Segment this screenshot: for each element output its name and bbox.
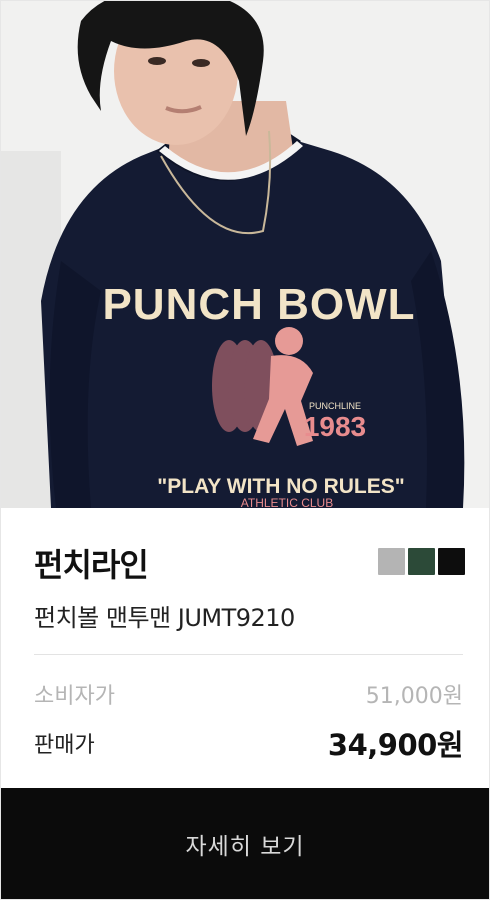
sale-price-label: 판매가 [34, 733, 95, 758]
print-year: 1983 [304, 411, 366, 442]
color-swatch-gray[interactable] [378, 548, 405, 575]
product-info: 펀치라인 펀치볼 맨투맨 JUMT9210 소비자가 51,000원 판매가 3… [1, 508, 489, 790]
color-swatches [378, 548, 465, 575]
product-name: 펀치볼 맨투맨 JUMT9210 [34, 604, 295, 632]
color-swatch-green[interactable] [408, 548, 435, 575]
view-details-label: 자세히 보기 [185, 833, 305, 860]
view-details-button[interactable]: 자세히 보기 [1, 788, 489, 899]
divider [34, 654, 463, 655]
print-slogan: "PLAY WITH NO RULES" [157, 475, 404, 498]
print-club: ATHLETIC CLUB [241, 496, 333, 508]
product-image[interactable]: PUNCH BOWL PUNCHLINE 1983 "PLAY WITH NO … [1, 1, 489, 508]
retail-price-label: 소비자가 [34, 684, 115, 709]
product-card[interactable]: PUNCH BOWL PUNCHLINE 1983 "PLAY WITH NO … [0, 0, 490, 900]
retail-price: 51,000원 [365, 684, 463, 709]
retail-price-row: 소비자가 51,000원 [34, 678, 463, 710]
print-small: PUNCHLINE [309, 401, 361, 411]
sale-price: 34,900원 [327, 728, 464, 762]
sale-price-row: 판매가 34,900원 [34, 722, 464, 764]
brand-name: 펀치라인 [34, 546, 149, 584]
color-swatch-black[interactable] [438, 548, 465, 575]
print-headline: PUNCH BOWL [102, 280, 415, 329]
